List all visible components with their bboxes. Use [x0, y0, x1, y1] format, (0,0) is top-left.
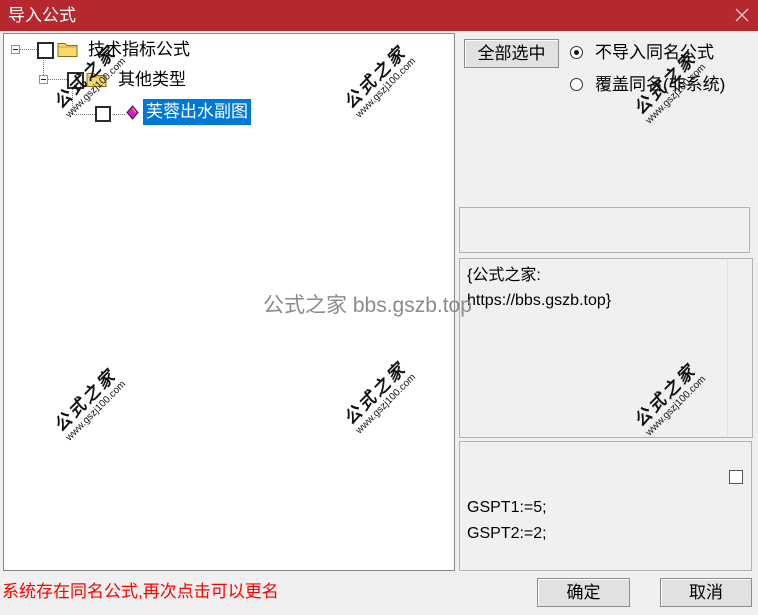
radio-label: 覆盖同名(非系统) — [595, 75, 726, 94]
tree-item-formula-selected[interactable]: 芙蓉出水副图 — [143, 99, 251, 125]
description-line: {公式之家: — [467, 267, 541, 284]
tree-connector — [72, 89, 73, 114]
description-line: https://bbs.gszb.top} — [467, 292, 612, 309]
cancel-button[interactable]: 取消 — [660, 578, 752, 607]
select-all-button[interactable]: 全部选中 — [464, 39, 559, 68]
status-message: 系统存在同名公式,再次点击可以更名 — [2, 582, 279, 601]
radio-no-import-same-name[interactable]: 不导入同名公式 — [570, 42, 730, 64]
folder-icon — [57, 40, 78, 63]
tree-checkbox-formula[interactable] — [95, 106, 111, 122]
formula-code-box[interactable]: GSPT1:=5; GSPT2:=2; — [459, 441, 752, 571]
radio-button[interactable] — [570, 78, 583, 91]
title-bar: 导入公式 — [0, 0, 758, 31]
code-line: GSPT2:=2; — [467, 525, 547, 542]
tree-item-other-types[interactable]: 其他类型 — [118, 69, 186, 91]
radio-button[interactable] — [570, 46, 583, 59]
code-checkbox[interactable] — [729, 470, 743, 484]
tree-connector — [20, 49, 37, 50]
tree-checkbox-other-types[interactable] — [67, 72, 84, 89]
tree-checkbox-technical-indicators[interactable] — [37, 42, 54, 59]
tree-connector — [72, 114, 95, 115]
tree-item-technical-indicators[interactable]: 技术指标公式 — [88, 39, 190, 61]
formula-name-field[interactable] — [459, 207, 750, 253]
description-box[interactable]: {公式之家: https://bbs.gszb.top} — [459, 258, 753, 438]
formula-diamond-icon — [126, 105, 139, 125]
tree-connector — [43, 60, 44, 75]
folder-icon — [86, 70, 107, 93]
formula-tree[interactable]: 技术指标公式 其他类型 芙蓉出水副图 — [3, 33, 455, 571]
tree-connector — [48, 79, 67, 80]
description-text: {公式之家: https://bbs.gszb.top} — [467, 263, 611, 313]
radio-overwrite-same-name[interactable]: 覆盖同名(非系统) — [570, 74, 740, 96]
code-text: GSPT1:=5; GSPT2:=2; — [467, 495, 547, 547]
description-scrollbar[interactable] — [727, 259, 753, 437]
code-line: GSPT1:=5; — [467, 499, 547, 516]
ok-button[interactable]: 确定 — [537, 578, 630, 607]
collapse-toggle-icon[interactable] — [11, 45, 20, 54]
window-title: 导入公式 — [8, 6, 76, 25]
collapse-toggle-icon[interactable] — [39, 75, 48, 84]
radio-label: 不导入同名公式 — [595, 43, 714, 62]
tree-connector — [113, 114, 125, 115]
close-icon[interactable] — [733, 6, 751, 24]
